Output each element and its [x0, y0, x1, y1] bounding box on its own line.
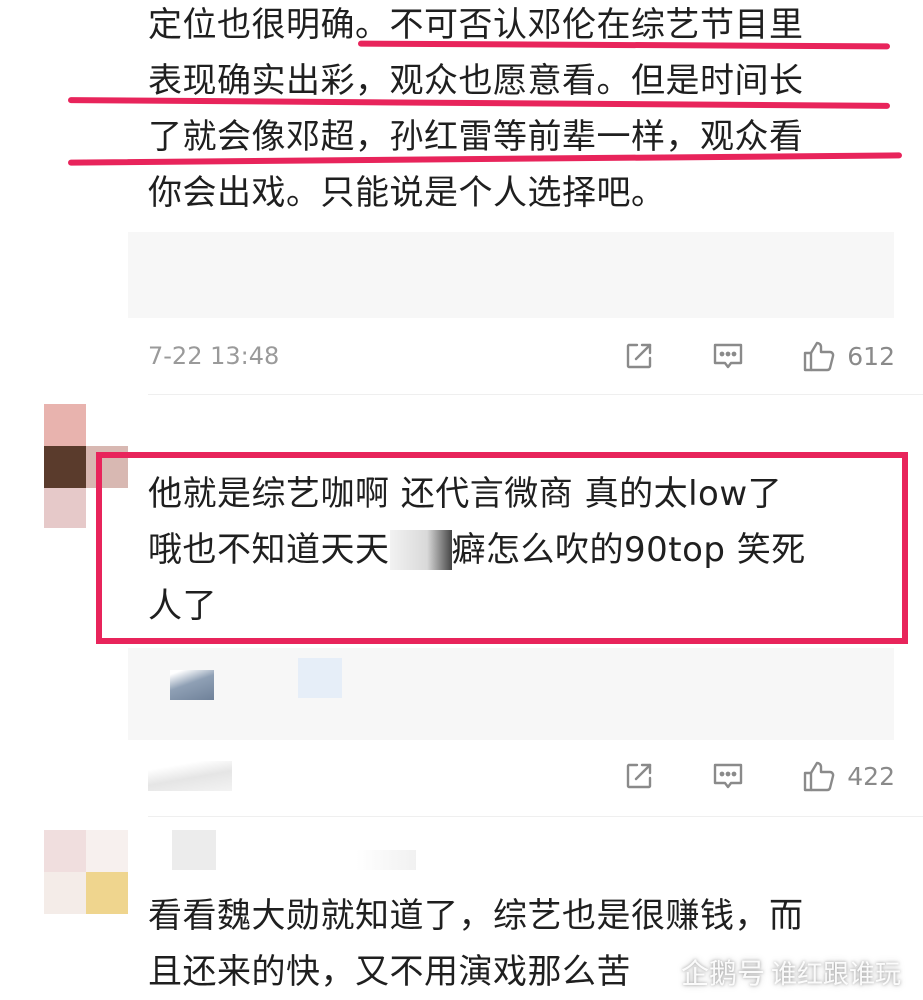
reply-preview-box[interactable] — [128, 232, 894, 318]
comment-line: 看看魏大勋就知道了，综艺也是很赚钱，而 — [148, 896, 804, 936]
reply-preview-box[interactable] — [128, 648, 894, 740]
comment-line: 你会出戏。只能说是个人选择吧。 — [148, 173, 666, 213]
comment-actions: 7-22 13:48 612 — [148, 334, 895, 378]
watermark: 企鹅号 谁红跟谁玩 — [681, 952, 901, 992]
timestamp: 7-22 13:48 — [148, 342, 280, 370]
blurred-username[interactable] — [172, 830, 216, 870]
like-button[interactable]: 422 — [801, 758, 895, 794]
comment-text-1: 定位也很明确。不可否认邓伦在综艺节目里 表现确实出彩，观众也愿意看。但是时间长 … — [148, 0, 908, 221]
thumbs-up-icon — [804, 761, 835, 792]
divider — [148, 394, 923, 395]
watermark-text: 谁红跟谁玩 — [770, 959, 901, 990]
comment-line: 人了 — [148, 586, 217, 626]
comment-icon[interactable] — [711, 340, 745, 372]
comment-line-part: 癖怎么吹的90top 笑死 — [451, 530, 806, 570]
divider — [148, 816, 923, 817]
comment-icon[interactable] — [711, 760, 745, 792]
like-button[interactable]: 612 — [801, 338, 895, 374]
share-icon[interactable] — [623, 760, 655, 792]
comment-line: 哦也不知道天天 癖怎么吹的90top 笑死 — [148, 522, 908, 578]
thumbs-up-icon — [804, 341, 835, 372]
like-count: 422 — [847, 761, 895, 791]
watermark-logo: 企鹅号 — [680, 957, 765, 990]
like-count: 612 — [847, 341, 895, 371]
censor-block — [389, 530, 452, 570]
comment-line: 他就是综艺咖啊 还代言微商 真的太low了 — [148, 474, 783, 514]
share-icon[interactable] — [623, 340, 655, 372]
blurred-timestamp — [148, 761, 232, 791]
avatar[interactable] — [44, 830, 128, 954]
comment-text-2: 他就是综艺咖啊 还代言微商 真的太low了 哦也不知道天天 癖怎么吹的90top… — [148, 466, 908, 634]
blurred-username — [356, 850, 416, 870]
comment-actions: 422 — [148, 754, 895, 798]
comment-line-part: 哦也不知道天天 — [148, 530, 390, 570]
